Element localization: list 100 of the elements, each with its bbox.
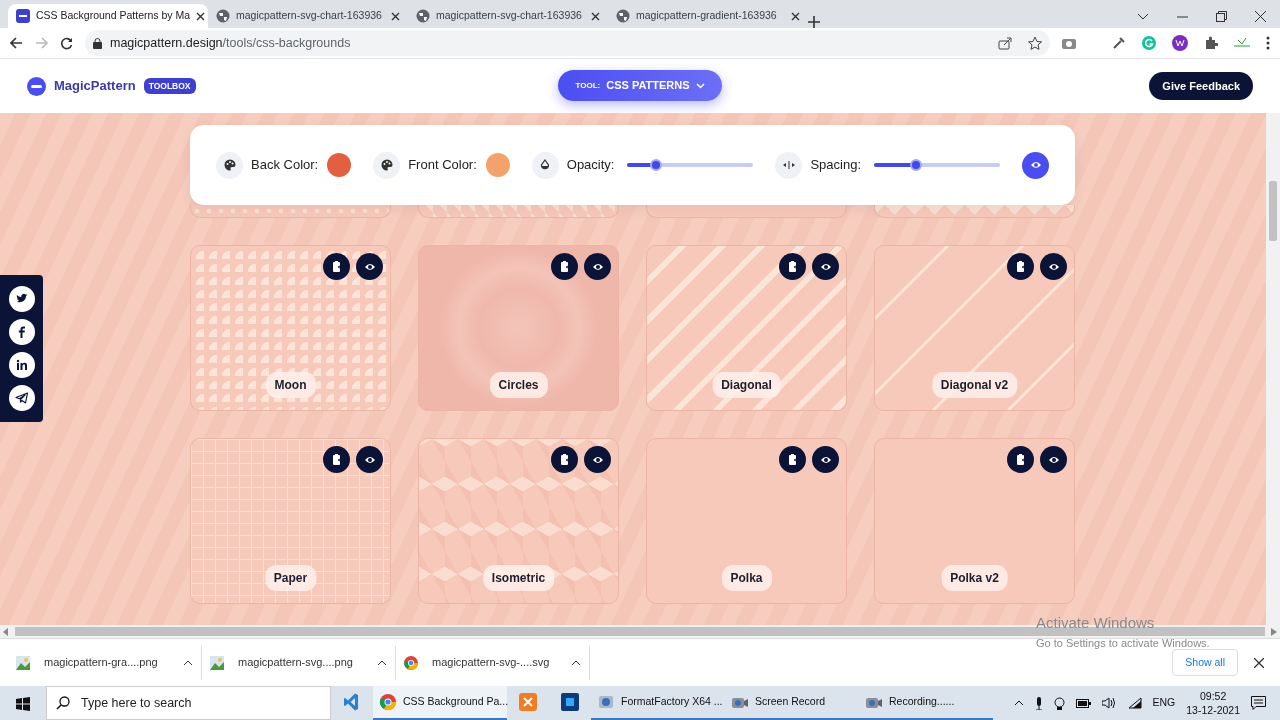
copy-button[interactable] xyxy=(551,253,578,280)
extension-icon[interactable] xyxy=(1234,38,1250,48)
preview-button[interactable] xyxy=(584,446,611,473)
logo-icon[interactable] xyxy=(27,76,46,96)
close-icon[interactable] xyxy=(391,11,400,21)
star-icon[interactable] xyxy=(1028,36,1042,50)
taskbar-app[interactable]: FormatFactory X64 ... xyxy=(591,686,725,720)
extension-badge-icon[interactable] xyxy=(1172,35,1188,51)
browser-tab[interactable]: magicpattern-svg-chart-163936 xyxy=(208,4,408,28)
lock-icon xyxy=(93,37,102,49)
eyedropper-icon[interactable] xyxy=(1112,36,1126,50)
browser-tab[interactable]: magicpattern-gradient-163936 xyxy=(608,4,808,28)
clock-time[interactable]: 09:52 xyxy=(1186,688,1240,703)
tool-dropdown[interactable]: TOOL: CSS PATTERNS xyxy=(558,70,722,101)
back-icon[interactable] xyxy=(10,37,23,49)
file-name: magicpattern-svg....png xyxy=(238,655,354,671)
preview-button[interactable] xyxy=(812,446,839,473)
download-item[interactable]: magicpattern-gra....png xyxy=(8,645,202,680)
chevron-up-icon[interactable] xyxy=(1013,700,1024,706)
pattern-card[interactable]: Isometric xyxy=(418,438,619,604)
app-icon xyxy=(597,693,615,711)
preview-button[interactable] xyxy=(356,446,383,473)
pattern-card[interactable]: Paper xyxy=(190,438,391,604)
preview-button[interactable] xyxy=(584,253,611,280)
download-item[interactable]: magicpattern-svg-....svg xyxy=(396,645,590,680)
pattern-card[interactable]: Diagonal v2 xyxy=(874,245,1075,411)
pattern-name: Isometric xyxy=(482,565,555,591)
slider-thumb[interactable] xyxy=(909,159,922,171)
brand-name[interactable]: MagicPattern xyxy=(54,76,136,96)
close-icon[interactable] xyxy=(196,11,206,21)
close-icon[interactable] xyxy=(1255,11,1266,22)
close-icon[interactable] xyxy=(591,11,600,21)
puzzle-icon[interactable] xyxy=(1204,36,1218,50)
microphone-icon[interactable] xyxy=(1034,696,1043,710)
taskbar-app[interactable]: CSS Background Pa... xyxy=(373,686,507,720)
activation-notice-text: Go to Settings to activate Windows. xyxy=(1036,635,1210,651)
share-button[interactable] xyxy=(8,319,35,346)
pattern-card[interactable]: Circles xyxy=(418,245,619,411)
pattern-name: Polka xyxy=(721,565,772,591)
preview-button[interactable] xyxy=(356,253,383,280)
clock-date[interactable]: 13-12-2021 xyxy=(1186,703,1240,718)
scroll-left-icon[interactable] xyxy=(3,627,9,636)
language-indicator[interactable]: ENG xyxy=(1152,695,1176,711)
chevron-down-icon[interactable] xyxy=(1137,12,1149,21)
copy-button[interactable] xyxy=(779,253,806,280)
taskbar-search-field[interactable]: Type here to search xyxy=(46,686,331,720)
globe-icon xyxy=(216,9,230,23)
notification-icon[interactable] xyxy=(1251,696,1266,710)
drop-icon xyxy=(539,159,552,171)
copy-button[interactable] xyxy=(779,446,806,473)
pattern-name: Polka v2 xyxy=(941,565,1008,591)
taskbar-app[interactable]: Screen Record xyxy=(725,686,859,720)
windows-icon[interactable] xyxy=(16,696,30,711)
preview-button[interactable] xyxy=(812,253,839,280)
preview-button[interactable] xyxy=(1040,446,1067,473)
chevron-up-icon xyxy=(377,659,387,666)
preview-button[interactable] xyxy=(1040,253,1067,280)
copy-button[interactable] xyxy=(1007,253,1034,280)
share-button[interactable] xyxy=(8,351,35,378)
share-icon[interactable] xyxy=(998,36,1012,50)
color-swatch[interactable] xyxy=(485,153,510,177)
reload-icon[interactable] xyxy=(60,36,73,50)
pattern-name: Diagonal xyxy=(712,372,781,398)
close-icon[interactable] xyxy=(791,11,800,21)
camera-icon[interactable] xyxy=(1062,37,1076,49)
maximize-icon[interactable] xyxy=(1216,11,1227,22)
pattern-card[interactable]: Diagonal xyxy=(646,245,847,411)
wifi-icon[interactable] xyxy=(1127,697,1142,709)
scroll-right-icon[interactable] xyxy=(1271,627,1277,636)
color-swatch[interactable] xyxy=(327,153,352,177)
close-icon[interactable] xyxy=(1254,658,1264,669)
clipboard-icon xyxy=(330,453,343,466)
copy-button[interactable] xyxy=(323,253,350,280)
feedback-button[interactable]: Give Feedback xyxy=(1149,71,1253,101)
copy-button[interactable] xyxy=(551,446,578,473)
new-tab-icon[interactable] xyxy=(808,16,820,28)
address-text: magicpattern.design/tools/css-backgrounds xyxy=(110,34,351,52)
spacing-icon xyxy=(782,159,795,171)
menu-icon[interactable] xyxy=(1266,36,1270,50)
volume-icon[interactable] xyxy=(1101,697,1117,709)
vertical-scrollbar[interactable] xyxy=(1266,113,1280,625)
horizontal-scrollbar[interactable] xyxy=(15,627,1265,636)
battery-icon[interactable] xyxy=(1075,698,1091,708)
copy-button[interactable] xyxy=(1007,446,1034,473)
share-button[interactable] xyxy=(8,286,35,313)
pattern-card[interactable]: Polka v2 xyxy=(874,438,1075,604)
browser-tab[interactable]: magicpattern-svg-chart-163936 xyxy=(408,4,608,28)
address-bar[interactable]: magicpattern.design/tools/css-backgrounds xyxy=(85,30,1050,56)
slider-thumb[interactable] xyxy=(650,159,663,171)
show-all-button[interactable]: Show all xyxy=(1172,648,1238,677)
linkedin-icon xyxy=(14,357,29,372)
download-item[interactable]: magicpattern-svg....png xyxy=(202,645,396,680)
copy-button[interactable] xyxy=(323,446,350,473)
taskbar-app[interactable]: Recording...... xyxy=(859,686,993,720)
app-icon xyxy=(519,693,537,711)
pattern-card[interactable]: Moon xyxy=(190,245,391,411)
share-button[interactable] xyxy=(8,384,35,411)
pattern-card[interactable]: Polka xyxy=(646,438,847,604)
browser-tab[interactable]: CSS Background Patterns by Ma xyxy=(8,4,208,28)
webcam-icon[interactable] xyxy=(1053,696,1065,710)
